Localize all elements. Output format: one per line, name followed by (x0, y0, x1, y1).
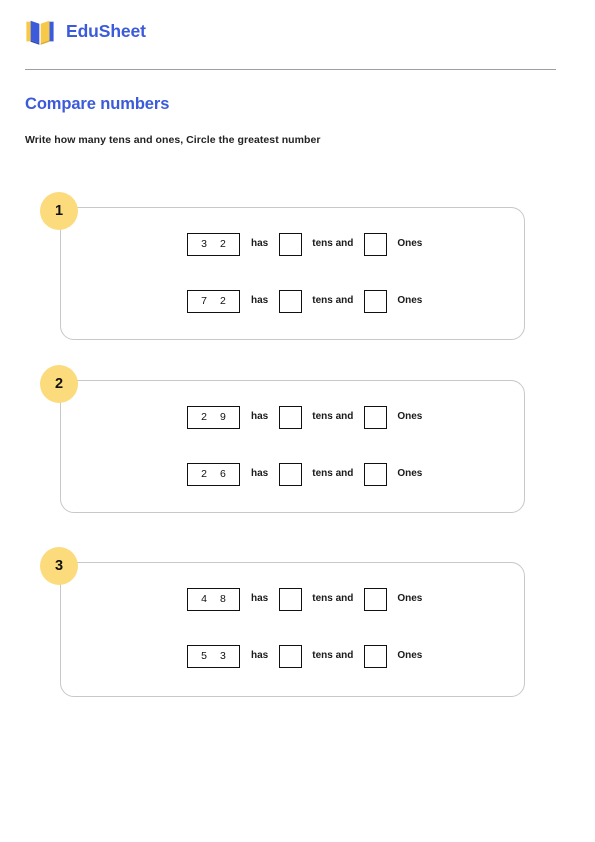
ones-label: Ones (397, 468, 423, 479)
tens-digit: 5 (201, 649, 207, 662)
ones-label: Ones (397, 238, 423, 249)
page-header: EduSheet (25, 17, 146, 47)
ones-digit: 8 (220, 592, 226, 605)
table-row: 2 9 has tens and Ones (187, 405, 422, 429)
table-row: 5 3 has tens and Ones (187, 644, 422, 668)
ones-digit: 6 (220, 467, 226, 480)
problem-3: 3 4 8 has tens and Ones 5 3 has tens and… (40, 547, 525, 697)
tens-digit: 2 (201, 410, 207, 423)
has-label: has (251, 295, 269, 306)
worksheet-instructions: Write how many tens and ones, Circle the… (25, 134, 321, 146)
problem-card: 1 3 2 has tens and Ones 7 2 has tens and… (40, 192, 525, 340)
open-book-icon (26, 20, 54, 45)
number-value-box: 4 8 (187, 587, 240, 611)
tens-and-label: tens and (312, 295, 354, 306)
ones-answer-box[interactable] (364, 644, 388, 668)
tens-answer-box[interactable] (279, 644, 303, 668)
tens-digit: 2 (201, 467, 207, 480)
ones-label: Ones (397, 295, 423, 306)
table-row: 2 6 has tens and Ones (187, 462, 422, 486)
tens-digit: 3 (201, 237, 207, 250)
tens-and-label: tens and (312, 650, 354, 661)
table-row: 3 2 has tens and Ones (187, 232, 422, 256)
ones-digit: 9 (220, 410, 226, 423)
number-value-box: 7 2 (187, 289, 240, 313)
problem-2: 2 2 9 has tens and Ones 2 6 has tens and… (40, 365, 525, 513)
brand-name: EduSheet (66, 21, 146, 42)
has-label: has (251, 238, 269, 249)
number-value-box: 2 6 (187, 462, 240, 486)
table-row: 7 2 has tens and Ones (187, 289, 422, 313)
ones-digit: 2 (220, 237, 226, 250)
ones-label: Ones (397, 650, 423, 661)
tens-answer-box[interactable] (279, 405, 303, 429)
ones-answer-box[interactable] (364, 462, 388, 486)
number-value-box: 5 3 (187, 644, 240, 668)
ones-answer-box[interactable] (364, 587, 388, 611)
tens-and-label: tens and (312, 238, 354, 249)
tens-and-label: tens and (312, 411, 354, 422)
problem-number-badge: 3 (40, 547, 78, 585)
ones-digit: 2 (220, 294, 226, 307)
ones-answer-box[interactable] (364, 405, 388, 429)
problem-1: 1 3 2 has tens and Ones 7 2 has tens and… (40, 192, 525, 340)
page-title: Compare numbers (25, 95, 170, 113)
tens-digit: 7 (201, 294, 207, 307)
problem-card: 3 4 8 has tens and Ones 5 3 has tens and… (40, 547, 525, 697)
ones-label: Ones (397, 411, 423, 422)
tens-answer-box[interactable] (279, 462, 303, 486)
tens-answer-box[interactable] (279, 587, 303, 611)
number-value-box: 2 9 (187, 405, 240, 429)
ones-answer-box[interactable] (364, 289, 388, 313)
ones-digit: 3 (220, 649, 226, 662)
has-label: has (251, 650, 269, 661)
number-value-box: 3 2 (187, 232, 240, 256)
has-label: has (251, 411, 269, 422)
problem-number-badge: 1 (40, 192, 78, 230)
ones-label: Ones (397, 593, 423, 604)
problem-number-badge: 2 (40, 365, 78, 403)
tens-and-label: tens and (312, 468, 354, 479)
has-label: has (251, 593, 269, 604)
tens-and-label: tens and (312, 593, 354, 604)
ones-answer-box[interactable] (364, 232, 388, 256)
has-label: has (251, 468, 269, 479)
problem-card: 2 2 9 has tens and Ones 2 6 has tens and… (40, 365, 525, 513)
table-row: 4 8 has tens and Ones (187, 587, 422, 611)
tens-answer-box[interactable] (279, 232, 303, 256)
header-divider (25, 69, 556, 70)
tens-answer-box[interactable] (279, 289, 303, 313)
tens-digit: 4 (201, 592, 207, 605)
